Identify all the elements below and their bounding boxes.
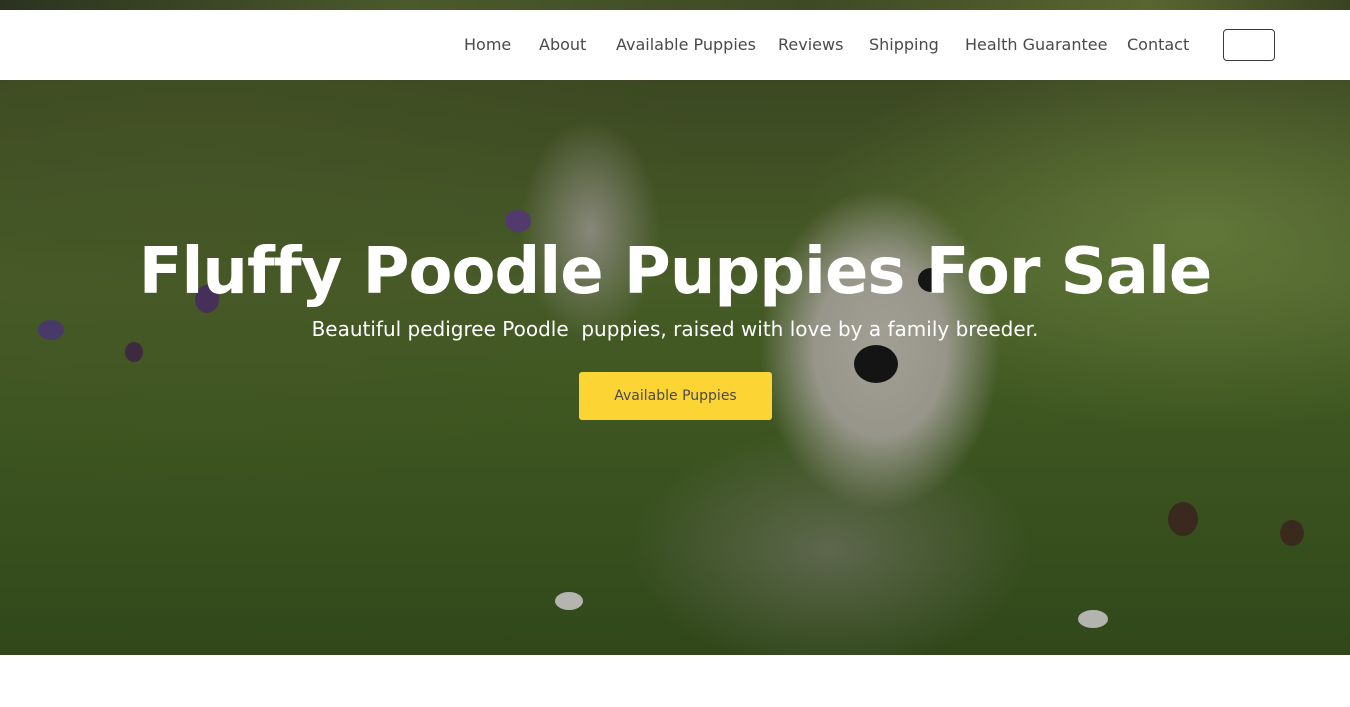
nav-home-link[interactable]: Home bbox=[464, 10, 511, 80]
nav-shipping-link[interactable]: Shipping bbox=[869, 10, 939, 80]
nav-reviews-link[interactable]: Reviews bbox=[778, 10, 843, 80]
hero-title: Fluffy Poodle Puppies For Sale bbox=[138, 235, 1213, 309]
nav-available-puppies-link[interactable]: Available Puppies bbox=[616, 10, 756, 80]
main-nav: Home About Available Puppies Reviews Shi… bbox=[0, 10, 1200, 80]
nav-about-link[interactable]: About bbox=[539, 10, 586, 80]
header-action-button[interactable] bbox=[1223, 29, 1275, 61]
nav-contact-link[interactable]: Contact bbox=[1127, 10, 1189, 80]
nav-health-guarantee-link[interactable]: Health Guarantee bbox=[965, 10, 1107, 80]
available-puppies-button[interactable]: Available Puppies bbox=[579, 372, 772, 420]
hero-section: Fluffy Poodle Puppies For Sale Beautiful… bbox=[0, 80, 1350, 655]
top-banner-strip bbox=[0, 0, 1350, 10]
site-header: Home About Available Puppies Reviews Shi… bbox=[0, 10, 1350, 80]
hero-dark-overlay bbox=[0, 80, 1350, 655]
hero-subtitle: Beautiful pedigree Poodle puppies, raise… bbox=[311, 317, 1039, 341]
